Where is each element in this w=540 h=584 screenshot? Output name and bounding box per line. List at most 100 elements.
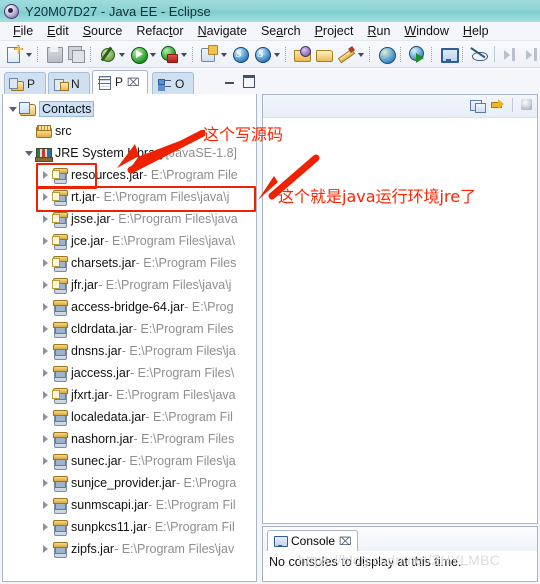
new-web-project-dropdown-chevron-down-icon[interactable] [220,44,229,65]
menu-search[interactable]: Search [254,24,308,38]
chevron-down-icon[interactable] [7,98,19,120]
tree-row[interactable]: Contacts [7,98,95,120]
tree-row[interactable]: sunec.jar - E:\Program Files\ja [39,450,236,472]
link-editor-icon[interactable] [469,96,487,114]
menu-source[interactable]: Source [76,24,130,38]
tree-row[interactable]: jaccess.jar - E:\Program Files\ [39,362,234,384]
web-browser-button[interactable] [376,44,396,65]
project-tree[interactable]: Contacts src JRE System Library [JavaSE-1.… [3,94,256,581]
jar-signed-icon [51,255,68,272]
tree-row[interactable]: sunmscapi.jar - E:\Program Fil [39,494,236,516]
chevron-right-icon[interactable] [39,296,51,318]
tree-row[interactable]: jce.jar - E:\Program Files\java\ [39,230,235,252]
new-file-dropdown-chevron-down-icon[interactable] [25,44,34,65]
eclipse-icon [2,2,20,20]
chevron-right-icon[interactable] [39,472,51,494]
chevron-right-icon[interactable] [39,406,51,428]
search-button[interactable] [230,44,250,65]
step-into-button[interactable] [500,44,520,65]
tree-row[interactable]: charsets.jar - E:\Program Files [39,252,236,274]
tree-row[interactable]: sunpkcs11.jar - E:\Program Fil [39,516,235,538]
chevron-right-icon[interactable] [39,340,51,362]
minimize-icon[interactable] [223,74,236,87]
menu-project[interactable]: Project [308,24,361,38]
tree-row[interactable]: rt.jar - E:\Program Files\java\j [39,186,229,208]
menu-help[interactable]: Help [456,24,496,38]
chevron-right-icon[interactable] [39,186,51,208]
run-dropdown-chevron-down-icon[interactable] [149,44,158,65]
chevron-right-icon[interactable] [39,230,51,252]
menu-refactor[interactable]: Refactor [129,24,190,38]
tree-row[interactable]: JRE System Library [JavaSE-1.8] [23,142,237,164]
chevron-right-icon[interactable] [39,274,51,296]
chevron-right-icon[interactable] [39,318,51,340]
menu-run[interactable]: Run [360,24,397,38]
chevron-right-icon[interactable] [39,164,51,186]
editor-area[interactable] [262,94,538,524]
tree-row[interactable]: dnsns.jar - E:\Program Files\ja [39,340,236,362]
menu-edit[interactable]: Edit [40,24,76,38]
tab-console[interactable]: Console ⌧ [267,530,358,551]
tab-project-explorer[interactable]: P [4,72,46,94]
main-toolbar [0,41,540,68]
new-web-project-button[interactable] [199,44,219,65]
view-menu-icon[interactable] [518,96,536,114]
debug-button[interactable] [97,44,117,65]
tree-row[interactable]: cldrdata.jar - E:\Program Files [39,318,234,340]
external-browser-button[interactable] [407,44,427,65]
chevron-right-icon[interactable] [39,516,51,538]
tree-row[interactable]: zipfs.jar - E:\Program Files\jav [39,538,234,560]
tab-outline[interactable]: O [152,72,194,94]
eclipse-window: Y20M07D27 - Java EE - Eclipse File Edit … [0,0,540,584]
tab-package-explorer[interactable]: P ⌧ [92,70,148,94]
tree-row[interactable]: localedata.jar - E:\Program Fil [39,406,233,428]
chevron-down-icon[interactable] [23,142,35,164]
chevron-right-icon[interactable] [39,450,51,472]
search-alt-button[interactable] [252,44,272,65]
maximize-icon[interactable] [242,74,255,88]
open-type-button[interactable] [292,44,312,65]
tab-console-label: Console [291,534,336,548]
tree-row[interactable]: src [23,120,72,142]
skip-breakpoints-button[interactable] [469,44,489,65]
chevron-right-icon[interactable] [39,538,51,560]
new-file-button[interactable] [4,44,24,65]
tree-row[interactable]: access-bridge-64.jar - E:\Prog [39,296,234,318]
step-over-button[interactable] [522,44,540,65]
chevron-right-icon[interactable] [39,384,51,406]
save-button[interactable] [44,44,64,65]
chevron-right-icon[interactable] [39,494,51,516]
tree-row[interactable]: jfxrt.jar - E:\Program Files\java [39,384,236,406]
open-resource-button[interactable] [314,44,334,65]
menu-window[interactable]: Window [397,24,455,38]
menu-file-rest: ile [20,24,34,38]
tree-row-label: src [55,124,72,138]
run-button[interactable] [128,44,148,65]
close-icon[interactable]: ⌧ [127,76,140,89]
annotation-dropdown-chevron-down-icon[interactable] [357,44,366,65]
search-dropdown-chevron-down-icon[interactable] [273,44,282,65]
run-on-server-dropdown-chevron-down-icon[interactable] [180,44,189,65]
close-icon[interactable]: ⌧ [339,535,352,548]
menu-navigate[interactable]: Navigate [191,24,254,38]
tree-row-path: - E:\Program Files [133,432,235,446]
tab-navigator[interactable]: N [48,72,90,94]
chevron-right-icon[interactable] [39,252,51,274]
menu-file[interactable]: File [6,24,40,38]
save-all-button[interactable] [66,44,86,65]
tree-row[interactable]: jsse.jar - E:\Program Files\java [39,208,238,230]
tree-row-label: localedata.jar [71,410,146,424]
run-on-server-button[interactable] [159,44,179,65]
tree-row[interactable]: sunjce_provider.jar - E:\Progra [39,472,236,494]
yellow-arrow-icon[interactable] [489,96,507,114]
chevron-right-icon[interactable] [39,208,51,230]
debug-dropdown-chevron-down-icon[interactable] [118,44,127,65]
tree-row[interactable]: nashorn.jar - E:\Program Files [39,428,234,450]
chevron-right-icon[interactable] [39,362,51,384]
console-button[interactable] [438,44,459,65]
chevron-right-icon[interactable] [39,428,51,450]
tree-row[interactable]: resources.jar - E:\Program File [39,164,238,186]
annotation-button[interactable] [336,44,356,65]
tree-row[interactable]: jfr.jar - E:\Program Files\java\j [39,274,231,296]
